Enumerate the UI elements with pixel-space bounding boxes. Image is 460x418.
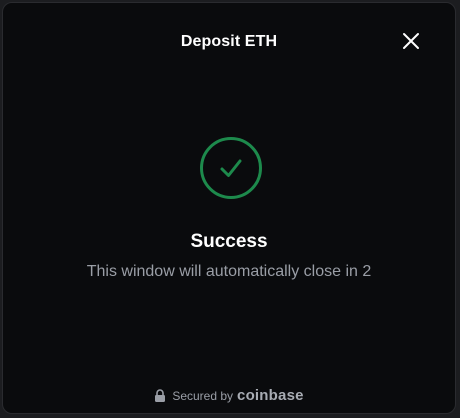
coinbase-logo: coinbase: [237, 387, 304, 404]
deposit-modal: Deposit ETH Success This window will aut…: [2, 2, 456, 414]
success-title: Success: [190, 231, 268, 252]
lock-icon: [155, 389, 166, 402]
modal-title: Deposit ETH: [180, 33, 278, 50]
secured-by-footer: Secured by coinbase: [3, 387, 455, 404]
checkmark-circle-icon: [200, 137, 262, 199]
close-icon: [403, 33, 419, 49]
close-button[interactable]: [399, 29, 423, 53]
auto-close-message: This window will automatically close in …: [86, 263, 372, 280]
secured-by-label: Secured by: [172, 388, 234, 403]
